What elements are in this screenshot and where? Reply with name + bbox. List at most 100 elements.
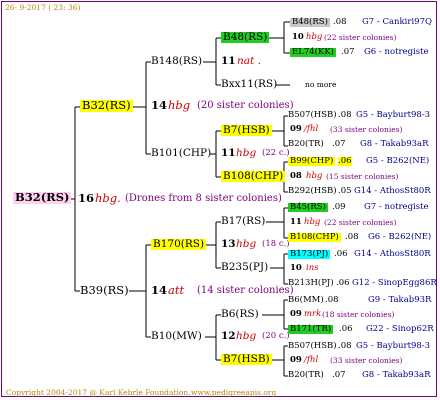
right-c2-bot-label: B213H(PJ) [288,278,334,288]
gen2-b-label: B101(CHP) [151,147,212,159]
right-c2-top-loc: G14 - AthosSt80R [354,249,431,259]
timestamp: 26- 9-2017 ( 23: 36) [5,3,81,12]
right-d1-bot-num: .06 [339,324,353,334]
copyright-text: Copyright 2004-2017 @ Karl Kehrle Founda… [6,388,191,397]
right-c2-top-label: B173(PJ) [288,249,331,259]
right-d2-bot-loc: G8 - Takab93aR [362,370,431,380]
right-b2-bot-loc: G14 - AthosSt80R [354,186,431,196]
right-a1-mid-gen: 10 [292,32,304,42]
right-d2-mid-gen: 09 [290,355,302,365]
gen2-c-label: B170(RS) [151,238,207,250]
gen2-a-sub: nat . [237,55,261,67]
gen1-top-gen: 14 [151,98,168,112]
right-d2-mid-desc: (33 sister colonies) [330,356,403,365]
right-b1-mid-gen: 09 [290,124,302,134]
gen2-d-label: B10(MW) [151,330,202,342]
gen3-c2-label: B235(PJ) [221,261,269,273]
right-c2-bot-loc: G12 - SinopEgg86R [352,278,437,288]
right-b2-top-loc: G5 - B262(NE) [366,156,430,166]
right-b1-bot-loc: G8 - Takab93aR [360,139,429,149]
gen2-a-gen: 11 [221,55,236,67]
right-b1-mid-desc: (33 sister colonies) [330,125,403,134]
gen3-c1-label: B17(RS) [221,215,266,227]
gen3-a1-label: B48(RS) [221,31,270,43]
right-d1-top-label: B6(MM) [288,295,324,305]
right-b1-bot-label: B20(TR) [288,139,324,149]
right-c2-bot-num: .06 [336,278,350,288]
right-b2-bot-num: .05 [338,186,352,196]
right-b1-bot-num: .07 [332,139,346,149]
right-d1-bot-label: B171(TR) [288,324,334,334]
gen2-c-hbg: hbg [236,238,257,250]
gen2-b-desc: (22 c.) [262,148,290,158]
right-b1-top-num: .08 [338,110,352,120]
right-c2-top-num: .06 [334,249,348,259]
gen1-bottom-att: att [168,283,185,297]
right-d1-bot-loc: G22 - Sinop62R [366,324,434,334]
gen1-bottom-gen: 14 [151,283,168,297]
right-d2-bot-num: .07 [332,370,346,380]
right-d1-top-loc: G9 - Takab93R [368,295,432,305]
gen1-top-label: B32(RS) [80,98,133,112]
right-d2-bot-label: B20(TR) [288,370,324,380]
right-d1-mid-hbg: mrk [304,309,322,319]
right-a1-bot-loc: G6 - notregiste [364,47,429,57]
right-c1-top-label: B45(RS) [288,202,328,212]
gen1-top-desc: (20 sister colonies) [197,100,294,111]
right-d2-top-label: B507(HSB) [288,341,337,351]
right-c1-top-num: .09 [332,202,346,212]
right-b2-top-label: B99(CHP) [288,156,336,166]
right-a2-no-more: no more [305,80,337,89]
right-a1-top-label: B48(RS) [290,17,330,27]
root-desc: (Drones from 8 sister colonies) [125,193,282,204]
right-b1-top-loc: G5 - Bayburt98-3 [356,110,431,120]
gen3-d2-label: B7(HSB) [221,353,272,365]
gen2-a-label: B148(RS) [151,55,203,67]
pedigree-page: 26- 9-2017 ( 23: 36) B32(RS) 16 hbg. (Dr… [0,0,440,400]
right-c1-mid-gen: 11 [290,217,302,227]
gen2-b-gen: 11 [221,147,236,159]
right-b1-mid-hbg: /fhl [304,124,319,134]
right-c2-mid-hbg: ins [306,263,319,273]
right-c1-bot-label: B108(CHP) [288,232,341,242]
right-c1-top-loc: G7 - notregiste [364,202,429,212]
right-a1-mid-hbg: hbg [306,32,323,42]
gen3-b2-label: B108(CHP) [221,170,286,182]
right-c1-bot-num: .08 [345,232,359,242]
right-a1-top-loc: G7 - Cankiri97Q [362,17,432,27]
gen2-d-gen: 12 [221,330,236,342]
right-a1-top-num: .08 [333,17,347,27]
right-d2-mid-hbg: /fhl [304,355,319,365]
right-b2-mid-desc: (15 sister colonies) [326,172,399,181]
gen3-b1-label: B7(HSB) [221,124,272,136]
right-c1-mid-hbg: hbg [304,217,321,227]
right-d1-top-num: .08 [325,295,339,305]
gen1-top-hbg: hbg [168,98,191,112]
gen1-bottom-desc: (14 sister colonies) [197,285,294,296]
gen2-b-hbg: hbg [236,147,257,159]
right-c1-bot-loc: G6 - B262(NE) [368,232,432,242]
right-d2-top-num: .08 [338,341,352,351]
root-gen-number: 16 [78,191,95,205]
root-hbg: hbg. [95,191,121,205]
right-c1-mid-desc: (22 sister colonies) [324,218,397,227]
right-b1-top-label: B507(HSB) [288,110,337,120]
gen2-c-desc: (18 c.) [262,239,290,249]
right-d1-mid-gen: 09 [290,309,302,319]
gen3-d1-label: B6(RS) [221,308,259,320]
gen2-d-desc: (20 c.) [262,331,290,341]
right-d1-mid-desc: (18 sister colonies) [322,310,395,319]
right-a1-bot-num: .07 [341,47,355,57]
right-c2-mid-gen: 10 [290,263,302,273]
gen3-a2-label: Bxx11(RS) [221,78,278,90]
right-d2-top-loc: G5 - Bayburt98-3 [356,341,431,351]
right-b2-mid-hbg: hbg [306,171,323,181]
right-a1-mid-desc: (22 sister colonies) [324,33,397,42]
right-a1-bot-label: EL74(KK) [290,47,336,57]
right-b2-bot-label: B292(HSB) [288,186,337,196]
site-link[interactable]: www.pedigreeapis.org [191,389,276,397]
gen1-bottom-label: B39(RS) [80,283,129,297]
root-queen-label: B32(RS) [13,190,72,204]
right-b2-top-num: .06 [338,156,352,166]
right-b2-mid-gen: 08 [290,171,302,181]
